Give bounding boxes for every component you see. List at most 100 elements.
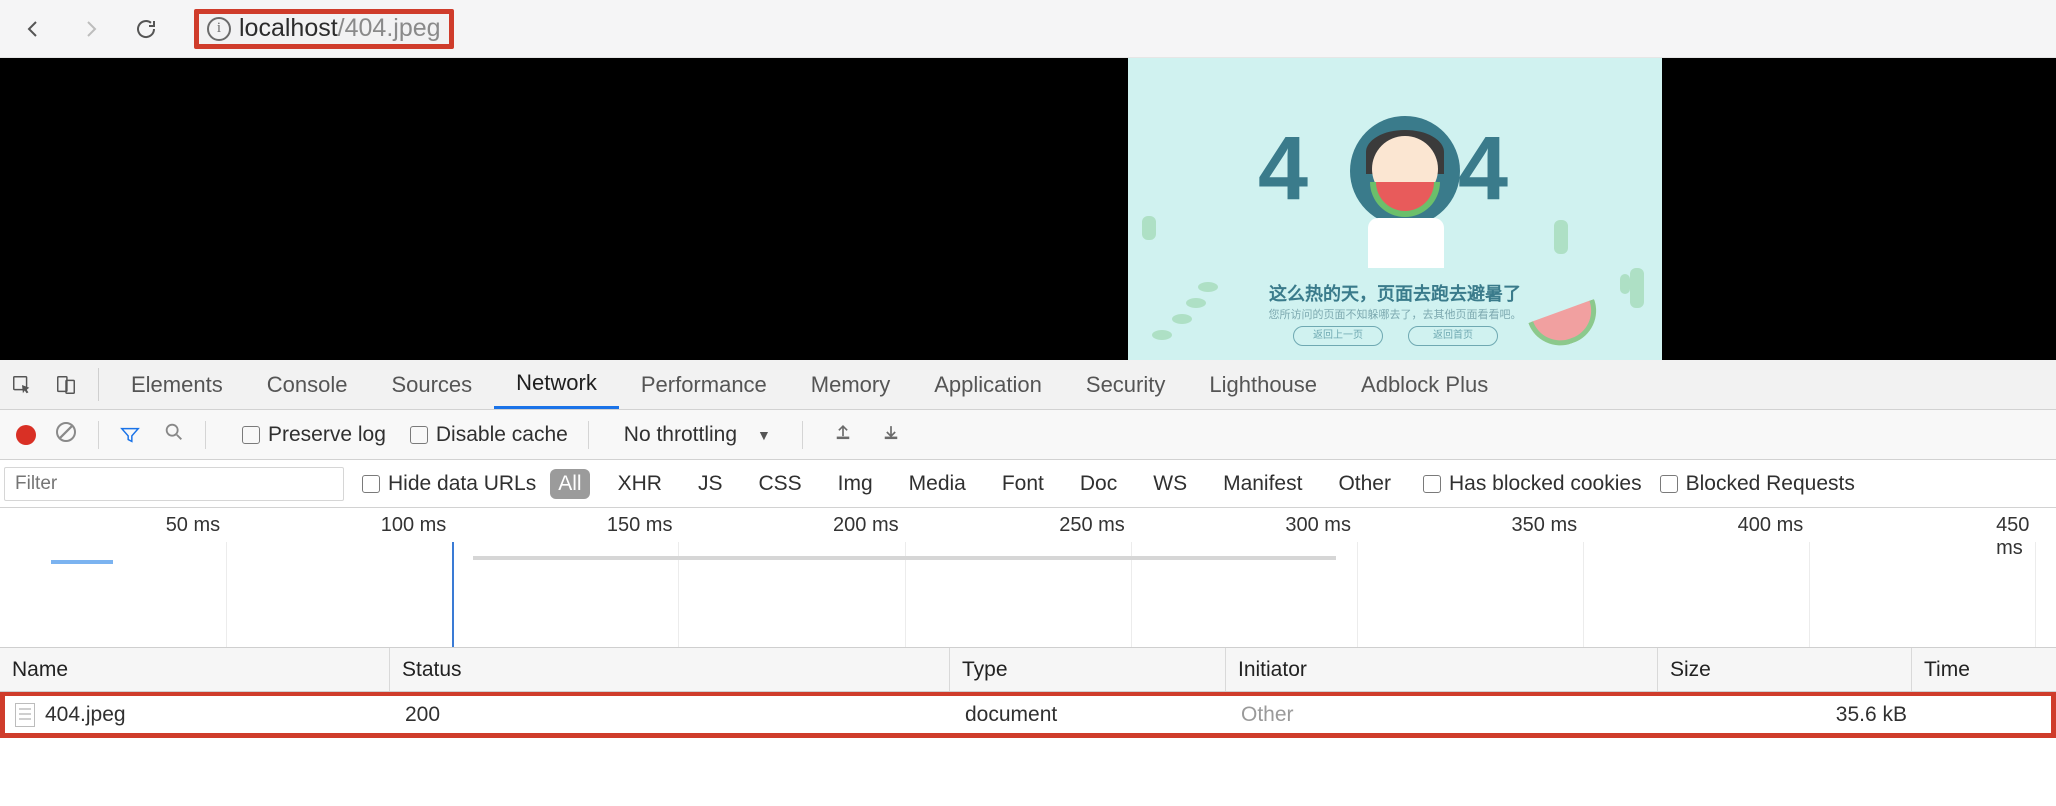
timeline-gridline — [226, 542, 227, 647]
timeline-tick-label: 350 ms — [1512, 514, 1584, 537]
tab-lighthouse[interactable]: Lighthouse — [1187, 360, 1339, 409]
info-glyph: i — [217, 20, 221, 37]
devtools-tabbar: ElementsConsoleSourcesNetworkPerformance… — [0, 360, 2056, 410]
timeline-tick-label: 400 ms — [1738, 514, 1810, 537]
viewport-black-left — [0, 58, 1128, 360]
col-initiator-label: Initiator — [1238, 658, 1307, 682]
throttling-select[interactable]: No throttling ▼ — [613, 418, 782, 452]
type-filter-all[interactable]: All — [550, 469, 589, 499]
cell-name-text: 404.jpeg — [45, 703, 126, 727]
col-status-label: Status — [402, 658, 462, 682]
cactus-icon — [1630, 268, 1644, 308]
network-timeline[interactable]: 50 ms100 ms150 ms200 ms250 ms300 ms350 m… — [0, 508, 2056, 648]
filter-input[interactable] — [4, 467, 344, 501]
type-filter-css[interactable]: CSS — [750, 469, 809, 499]
network-toolbar: Preserve log Disable cache No throttling… — [0, 410, 2056, 460]
reload-button[interactable] — [128, 11, 164, 47]
browser-toolbar: i localhost/404.jpeg — [0, 0, 2056, 58]
site-info-icon[interactable]: i — [207, 17, 231, 41]
inspect-element-icon[interactable] — [0, 360, 44, 409]
disable-cache-checkbox[interactable]: Disable cache — [410, 423, 568, 447]
timeline-tick-label: 200 ms — [833, 514, 905, 537]
download-har-icon[interactable] — [881, 422, 901, 448]
timeline-gridline — [2035, 542, 2036, 647]
search-icon[interactable] — [163, 421, 185, 449]
footprint-icon — [1172, 314, 1192, 324]
col-status[interactable]: Status — [390, 648, 950, 691]
blocked-requests-label: Blocked Requests — [1686, 472, 1855, 496]
cell-status: 200 — [395, 696, 955, 733]
type-filter-media[interactable]: Media — [901, 469, 974, 499]
col-type[interactable]: Type — [950, 648, 1226, 691]
checkbox-icon — [1660, 475, 1678, 493]
type-filter-ws[interactable]: WS — [1145, 469, 1195, 499]
disable-cache-label: Disable cache — [436, 423, 568, 447]
address-bar[interactable]: i localhost/404.jpeg — [194, 9, 454, 49]
separator — [205, 421, 206, 449]
type-filter-js[interactable]: JS — [690, 469, 731, 499]
footprint-icon — [1152, 330, 1172, 340]
tab-security[interactable]: Security — [1064, 360, 1187, 409]
record-button[interactable] — [16, 425, 36, 445]
type-filter-xhr[interactable]: XHR — [610, 469, 670, 499]
col-name-label: Name — [12, 658, 68, 682]
col-initiator[interactable]: Initiator — [1226, 648, 1658, 691]
tab-console[interactable]: Console — [245, 360, 370, 409]
tab-application[interactable]: Application — [912, 360, 1064, 409]
col-size[interactable]: Size — [1658, 648, 1912, 691]
type-filter-other[interactable]: Other — [1330, 469, 1399, 499]
404-button-back: 返回上一页 — [1293, 326, 1383, 346]
timeline-request-bar — [51, 560, 113, 564]
col-type-label: Type — [962, 658, 1008, 682]
filter-icon[interactable] — [119, 424, 141, 446]
tab-network[interactable]: Network — [494, 360, 619, 409]
type-filter-manifest[interactable]: Manifest — [1215, 469, 1310, 499]
col-name[interactable]: Name — [0, 648, 390, 691]
tab-performance[interactable]: Performance — [619, 360, 789, 409]
cell-time — [1917, 696, 2051, 733]
separator — [802, 421, 803, 449]
cactus-icon — [1142, 216, 1156, 240]
hide-data-urls-checkbox[interactable]: Hide data URLs — [362, 472, 536, 496]
tab-elements[interactable]: Elements — [109, 360, 245, 409]
url-host: localhost — [239, 14, 338, 43]
network-table: Name Status Type Initiator Size Time 404… — [0, 648, 2056, 738]
blocked-requests-checkbox[interactable]: Blocked Requests — [1660, 472, 1855, 496]
chevron-down-icon: ▼ — [757, 427, 771, 443]
devtools-tabs-container: ElementsConsoleSourcesNetworkPerformance… — [109, 360, 1510, 409]
url-path: /404.jpeg — [338, 14, 441, 43]
cell-size: 35.6 kB — [1663, 696, 1917, 733]
timeline-cursor[interactable] — [452, 542, 454, 647]
hide-data-urls-label: Hide data URLs — [388, 472, 536, 496]
type-filter-doc[interactable]: Doc — [1072, 469, 1125, 499]
tab-adblock-plus[interactable]: Adblock Plus — [1339, 360, 1510, 409]
cell-type-text: document — [965, 703, 1057, 727]
tab-memory[interactable]: Memory — [789, 360, 912, 409]
separator — [98, 368, 99, 401]
cactus-icon — [1554, 220, 1568, 254]
has-blocked-cookies-label: Has blocked cookies — [1449, 472, 1642, 496]
device-toggle-icon[interactable] — [44, 360, 88, 409]
col-time[interactable]: Time — [1912, 648, 2056, 691]
clear-button[interactable] — [54, 420, 78, 450]
table-row[interactable]: 404.jpeg 200 document Other 35.6 kB — [0, 692, 2056, 738]
timeline-tick-label: 300 ms — [1285, 514, 1357, 537]
upload-har-icon[interactable] — [833, 422, 853, 448]
timeline-range-bar — [473, 556, 1337, 560]
preserve-log-label: Preserve log — [268, 423, 386, 447]
forward-button[interactable] — [72, 11, 108, 47]
has-blocked-cookies-checkbox[interactable]: Has blocked cookies — [1423, 472, 1642, 496]
footprint-icon — [1198, 282, 1218, 292]
type-filter-font[interactable]: Font — [994, 469, 1052, 499]
timeline-gridline — [1357, 542, 1358, 647]
back-button[interactable] — [16, 11, 52, 47]
tab-sources[interactable]: Sources — [369, 360, 494, 409]
cell-size-text: 35.6 kB — [1836, 703, 1907, 727]
col-size-label: Size — [1670, 658, 1711, 682]
type-filter-img[interactable]: Img — [830, 469, 881, 499]
cell-initiator: Other — [1231, 696, 1663, 733]
timeline-gridline — [1583, 542, 1584, 647]
404-image: 4 4 这么热的天，页面去跑去避暑了 您所访问的页面不知躲哪去了，去其他页面看看… — [1128, 58, 1662, 360]
timeline-labels: 50 ms100 ms150 ms200 ms250 ms300 ms350 m… — [0, 514, 2056, 540]
preserve-log-checkbox[interactable]: Preserve log — [242, 423, 386, 447]
